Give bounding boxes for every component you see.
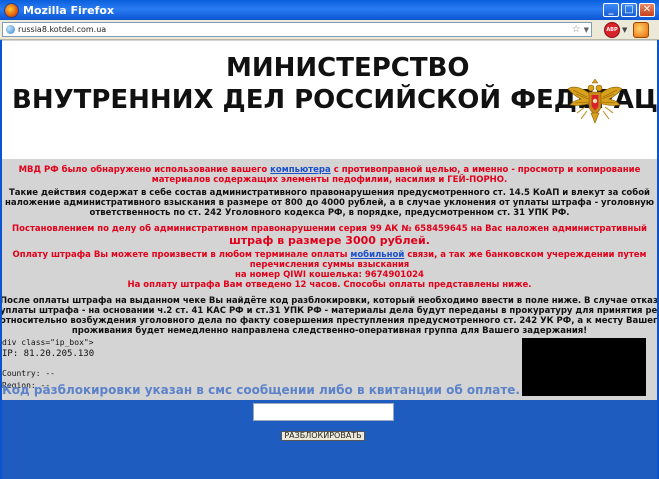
unlock-code-input[interactable] [253, 403, 394, 421]
qiwi-number: на номер QIWI кошелька: 9674901024 [235, 270, 424, 280]
site-identity-icon[interactable] [6, 25, 15, 34]
bookmark-star-icon[interactable]: ☆ [572, 24, 581, 35]
header-title-line1: МИНИСТЕРСТВО [226, 53, 470, 83]
url-text[interactable]: russia8.kotdel.com.ua [18, 25, 572, 34]
firefox-icon [4, 2, 19, 18]
message-line: МВД РФ было обнаружено использование ваш… [18, 165, 641, 175]
message-line: относительно возбуждения уголовного дела… [0, 316, 659, 326]
navigation-toolbar: russia8.kotdel.com.ua ☆ ▼ ABP ▼ [0, 20, 659, 40]
adblock-icon[interactable]: ABP [604, 21, 620, 38]
fine-amount: штраф в размере 3000 рублей. [229, 234, 430, 247]
message-line: После оплаты штрафа на выданном чеке Вы … [0, 296, 659, 306]
toolbar-addon-icon[interactable] [633, 21, 650, 38]
minimize-button[interactable]: _ [603, 3, 619, 17]
message-line: ответственность по ст. 242 Уголовного ко… [89, 208, 570, 218]
unlock-code-label: Код разблокировки указан в смс сообщении… [2, 383, 520, 397]
ip-country: Country: -- [2, 369, 55, 378]
message-line: Такие действия содержат в себе состав ад… [9, 188, 650, 198]
url-field[interactable]: russia8.kotdel.com.ua ☆ ▼ [2, 22, 592, 37]
message-line: перечисления суммы взыскания [249, 260, 410, 270]
ip-address: IP: 81.20.205.130 [2, 349, 95, 359]
maximize-button[interactable]: □ [621, 3, 637, 17]
adblock-dropdown-icon[interactable]: ▼ [622, 26, 627, 34]
mobile-link[interactable]: мобильной [350, 250, 404, 260]
window-titlebar: Mozilla Firefox _ □ ✕ [0, 0, 659, 20]
message-line: проживания будет немедленно направлена с… [71, 326, 588, 336]
window-border-left [0, 40, 2, 479]
unlock-button[interactable]: РАЗБЛОКИРОВАТЬ [281, 431, 365, 441]
message-line: материалов содержащих элементы педофилии… [151, 175, 508, 185]
window-title: Mozilla Firefox [23, 3, 115, 17]
header-title-line2: ВНУТРЕННИХ ДЕЛ РОССИЙСКОЙ ФЕДЕРАЦИИ [12, 85, 659, 115]
url-dropdown-icon[interactable]: ▼ [584, 26, 589, 34]
eagle-emblem-icon [567, 78, 623, 124]
computer-link[interactable]: компьютера [270, 165, 331, 175]
message-line: наложение административного взыскания в … [5, 198, 654, 208]
ip-box-raw: div class="ip_box"> [2, 338, 94, 347]
message-line: Постановлением по делу об административн… [12, 224, 647, 234]
message-line: уплаты штрафа - на основании ч.2 ст. 41 … [0, 306, 659, 316]
message-line: На оплату штрафа Вам отведено 12 часов. … [127, 280, 532, 290]
ministry-header: МИНИСТЕРСТВО ВНУТРЕННИХ ДЕЛ РОССИЙСКОЙ Ф… [2, 41, 659, 159]
close-button[interactable]: ✕ [639, 3, 655, 17]
message-line: Оплату штрафа Вы можете произвести в люб… [12, 250, 647, 260]
